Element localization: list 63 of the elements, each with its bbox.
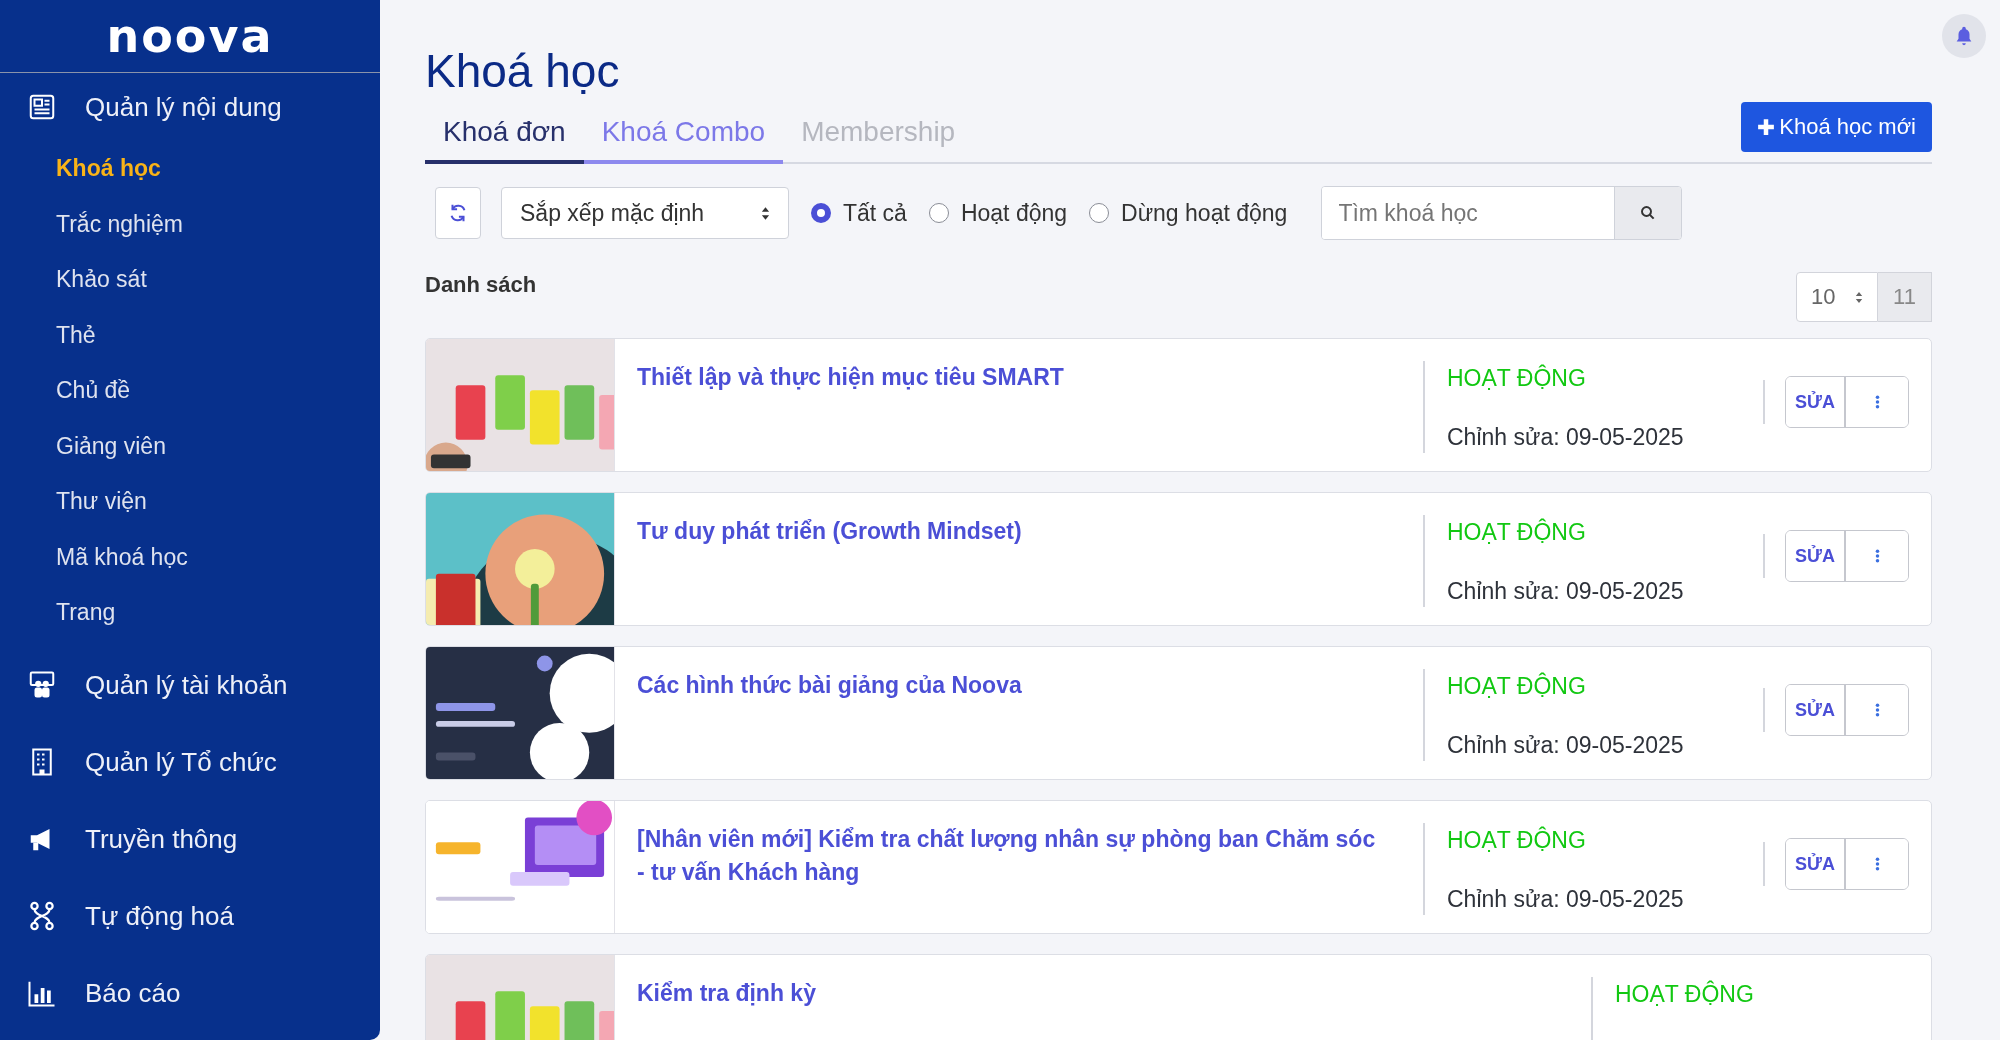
status-label: HOẠT ĐỘNG xyxy=(1615,981,1754,1008)
status-label: HOẠT ĐỘNG xyxy=(1447,827,1586,854)
more-icon xyxy=(1874,856,1880,872)
sort-select[interactable]: Sắp xếp mặc định xyxy=(501,187,789,239)
edited-date: Chỉnh sửa: 09-05-2025 xyxy=(1447,732,1684,759)
search-field[interactable]: Tìm khoá học xyxy=(1321,186,1683,240)
total-count: 11 xyxy=(1878,272,1932,322)
status-label: HOẠT ĐỘNG xyxy=(1447,519,1586,546)
nav-item[interactable]: Báo cáo xyxy=(0,954,380,1032)
notification-button[interactable] xyxy=(1942,14,1986,58)
radio-circle[interactable] xyxy=(1089,203,1110,223)
more-icon xyxy=(1874,394,1880,410)
plus-icon xyxy=(1757,118,1776,136)
page-title: Khoá học xyxy=(425,44,620,99)
edited-date: Chỉnh sửa: 09-05-2025 xyxy=(1447,578,1684,605)
status-label: HOẠT ĐỘNG xyxy=(1447,365,1586,392)
course-title-link[interactable]: Thiết lập và thực hiện mục tiêu SMART xyxy=(637,361,1383,394)
radio-circle[interactable] xyxy=(811,203,831,223)
edit-button[interactable]: SỬA xyxy=(1786,531,1846,581)
edit-button[interactable]: SỬA xyxy=(1786,839,1846,889)
edit-button[interactable]: SỬA xyxy=(1786,377,1846,427)
more-icon xyxy=(1874,702,1880,718)
radio-label: Hoạt động xyxy=(960,199,1068,227)
nav-item[interactable]: Quản lý tài khoản xyxy=(0,646,380,724)
sub-nav-item[interactable]: Khảo sát xyxy=(0,252,147,308)
course-title-link[interactable]: Các hình thức bài giảng của Noova xyxy=(637,669,1383,702)
nav-item[interactable]: Truyền thông xyxy=(0,800,380,878)
tab[interactable]: Khoá đơn xyxy=(425,110,584,164)
nav-item[interactable]: Quản lý Tổ chức xyxy=(0,723,380,801)
logo: noova xyxy=(105,8,275,65)
course-title-link[interactable]: Tư duy phát triển (Growth Mindset) xyxy=(637,515,1383,548)
people-icon xyxy=(27,670,57,700)
course-title-link[interactable]: [Nhân viên mới] Kiểm tra chất lượng nhân sự phòng ban Chăm sóc - tư vấn Khách hàng xyxy=(637,823,1383,889)
status-label: HOẠT ĐỘNG xyxy=(1447,673,1586,700)
sort-caret-icon xyxy=(761,205,770,221)
radio-label: Tất cả xyxy=(843,199,907,227)
flow-icon xyxy=(27,901,57,931)
edit-button[interactable]: SỬA xyxy=(1786,685,1846,735)
nav-item[interactable]: Quản lý nội dung xyxy=(0,73,380,141)
course-title-link[interactable]: Kiểm tra định kỳ xyxy=(637,977,1551,1010)
sub-nav-item[interactable]: Khoá học xyxy=(0,141,161,197)
select-caret-icon xyxy=(1855,290,1863,304)
list-title: Danh sách xyxy=(425,272,537,298)
page-size-select[interactable]: 10 xyxy=(1796,272,1878,322)
nav-item[interactable]: Tự động hoá xyxy=(0,877,380,955)
filter-radio[interactable]: Hoạt động xyxy=(928,199,1068,227)
refresh-button[interactable] xyxy=(435,187,481,239)
sub-nav-item[interactable]: Trắc nghiệm xyxy=(0,196,183,252)
radio-label: Dừng hoạt động xyxy=(1121,199,1288,227)
filter-radio[interactable]: Tất cả xyxy=(811,199,907,227)
sub-nav-item[interactable]: Trang xyxy=(0,585,116,641)
sub-nav-item[interactable]: Giảng viên xyxy=(0,418,166,474)
sub-nav-item[interactable]: Thẻ xyxy=(0,307,96,363)
newspaper-icon xyxy=(27,92,57,122)
radio-circle[interactable] xyxy=(928,203,949,223)
new-course-button[interactable]: Khoá học mới xyxy=(1741,102,1932,152)
sub-nav-item[interactable]: Chủ đề xyxy=(0,363,131,419)
filter-radio[interactable]: Dừng hoạt động xyxy=(1089,199,1288,227)
sub-nav-item[interactable]: Thư viện xyxy=(0,474,147,530)
sub-nav-item[interactable]: Mã khoá học xyxy=(0,529,188,585)
more-icon xyxy=(1874,548,1880,564)
edited-date: Chỉnh sửa: 09-05-2025 xyxy=(1447,424,1684,451)
edited-date: Chỉnh sửa: 09-05-2025 xyxy=(1447,886,1684,913)
